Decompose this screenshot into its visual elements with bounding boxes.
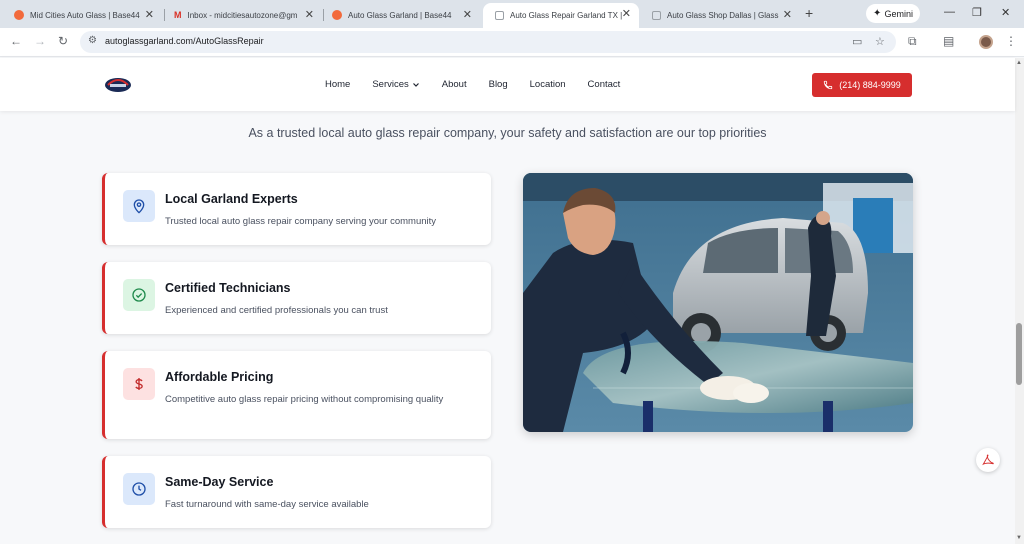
browser-tab[interactable]: Auto Glass Shop Dallas | Glass ✕ bbox=[640, 4, 800, 26]
feature-icon-box bbox=[123, 368, 155, 400]
technician-illustration bbox=[523, 173, 913, 432]
address-bar[interactable]: ⚙ autoglassgarland.com/AutoGlassRepair ▭… bbox=[80, 31, 896, 53]
restore-icon[interactable]: ❐ bbox=[972, 6, 982, 19]
close-tab-icon[interactable]: ✕ bbox=[463, 8, 472, 21]
phone-number: (214) 884-9999 bbox=[839, 80, 901, 90]
feature-icon-box bbox=[123, 190, 155, 222]
site-header: Home Services About Blog Location Contac… bbox=[0, 58, 1015, 111]
extensions-puzzle-icon[interactable]: ⧉ bbox=[908, 34, 917, 49]
phone-icon bbox=[824, 80, 833, 90]
page-scrollbar-thumb[interactable] bbox=[1016, 323, 1022, 385]
call-phone-button[interactable]: (214) 884-9999 bbox=[812, 73, 912, 97]
browser-tab[interactable]: M Inbox - midcitiesautozone@gm ✕ bbox=[162, 4, 322, 26]
nav-services-label: Services bbox=[372, 79, 409, 90]
feature-title: Affordable Pricing bbox=[165, 370, 274, 384]
menu-kebab-icon[interactable]: ⋮ bbox=[1005, 34, 1017, 48]
cast-icon[interactable]: ▭ bbox=[852, 35, 862, 48]
feature-card: Local Garland Experts Trusted local auto… bbox=[102, 173, 491, 245]
feature-description: Trusted local auto glass repair company … bbox=[165, 216, 437, 227]
nav-blog[interactable]: Blog bbox=[489, 79, 508, 90]
tab-title: Mid Cities Auto Glass | Base44 bbox=[30, 10, 140, 20]
clock-icon bbox=[132, 482, 146, 496]
dollar-icon bbox=[135, 378, 143, 390]
browser-tab-strip: Mid Cities Auto Glass | Base44 ✕ M Inbox… bbox=[0, 0, 1024, 28]
base44-favicon-icon bbox=[332, 10, 342, 20]
feature-description: Experienced and certified professionals … bbox=[165, 305, 388, 316]
nav-location[interactable]: Location bbox=[530, 79, 566, 90]
browser-tab[interactable]: Auto Glass Garland | Base44 ✕ bbox=[320, 4, 480, 26]
browser-toolbar: ← → ↻ ⚙ autoglassgarland.com/AutoGlassRe… bbox=[0, 28, 1024, 57]
acrobat-icon bbox=[982, 454, 994, 466]
browser-tab-active[interactable]: Auto Glass Repair Garland TX | ✕ bbox=[483, 3, 639, 28]
page-favicon-icon bbox=[495, 11, 504, 20]
forward-arrow-icon[interactable]: → bbox=[34, 34, 46, 48]
close-tab-icon[interactable]: ✕ bbox=[622, 7, 631, 20]
check-circle-icon bbox=[132, 288, 146, 302]
close-window-icon[interactable]: ✕ bbox=[1001, 6, 1010, 19]
map-pin-icon bbox=[133, 199, 145, 214]
close-tab-icon[interactable]: ✕ bbox=[145, 8, 154, 21]
page-scrollbar-track[interactable] bbox=[1015, 58, 1024, 544]
site-settings-icon[interactable]: ⚙ bbox=[88, 35, 97, 46]
tab-title: Auto Glass Repair Garland TX | bbox=[510, 11, 622, 20]
scroll-up-icon[interactable]: ▲ bbox=[1016, 60, 1022, 66]
base44-favicon-icon bbox=[14, 10, 24, 20]
back-arrow-icon[interactable]: ← bbox=[10, 34, 22, 48]
gmail-favicon-icon: M bbox=[174, 10, 182, 20]
feature-card: Certified Technicians Experienced and ce… bbox=[102, 262, 491, 334]
tab-title: Inbox - midcitiesautozone@gm bbox=[187, 10, 298, 20]
feature-title: Same-Day Service bbox=[165, 475, 274, 489]
nav-contact[interactable]: Contact bbox=[588, 79, 621, 90]
nav-about[interactable]: About bbox=[442, 79, 467, 90]
new-tab-button[interactable]: + bbox=[805, 5, 813, 21]
nav-services[interactable]: Services bbox=[372, 79, 419, 90]
minimize-icon[interactable]: — bbox=[944, 6, 955, 18]
feature-card: Same-Day Service Fast turnaround with sa… bbox=[102, 456, 491, 528]
tab-title: Auto Glass Shop Dallas | Glass bbox=[667, 10, 779, 20]
close-tab-icon[interactable]: ✕ bbox=[783, 8, 792, 21]
feature-description: Fast turnaround with same-day service av… bbox=[165, 499, 369, 510]
bookmark-star-icon[interactable]: ☆ bbox=[875, 35, 885, 48]
feature-icon-box bbox=[123, 473, 155, 505]
gemini-label: Gemini bbox=[884, 8, 913, 19]
side-panel-icon[interactable]: ▤ bbox=[943, 34, 954, 48]
gemini-button[interactable]: ✦ Gemini bbox=[866, 4, 920, 23]
sparkle-icon: ✦ bbox=[873, 8, 882, 19]
page-favicon-icon bbox=[652, 10, 661, 20]
feature-icon-box bbox=[123, 279, 155, 311]
nav-home[interactable]: Home bbox=[325, 79, 350, 90]
browser-tab[interactable]: Mid Cities Auto Glass | Base44 ✕ bbox=[2, 4, 162, 26]
technician-photo bbox=[523, 173, 913, 432]
feature-card: Affordable Pricing Competitive auto glas… bbox=[102, 351, 491, 439]
feature-description: Competitive auto glass repair pricing wi… bbox=[165, 394, 444, 405]
reload-icon[interactable]: ↻ bbox=[58, 34, 68, 48]
site-logo[interactable] bbox=[104, 73, 132, 95]
feature-title: Local Garland Experts bbox=[165, 192, 298, 206]
scroll-down-icon[interactable]: ▼ bbox=[1016, 535, 1022, 541]
chevron-down-icon bbox=[412, 82, 419, 87]
url-text[interactable]: autoglassgarland.com/AutoGlassRepair bbox=[105, 36, 264, 46]
close-tab-icon[interactable]: ✕ bbox=[305, 8, 314, 21]
feature-title: Certified Technicians bbox=[165, 281, 291, 295]
profile-avatar[interactable] bbox=[979, 35, 993, 49]
main-nav: Home Services About Blog Location Contac… bbox=[325, 79, 642, 90]
tab-title: Auto Glass Garland | Base44 bbox=[348, 10, 452, 20]
section-subheading: As a trusted local auto glass repair com… bbox=[248, 126, 767, 140]
pdf-tool-button[interactable] bbox=[976, 448, 1000, 472]
